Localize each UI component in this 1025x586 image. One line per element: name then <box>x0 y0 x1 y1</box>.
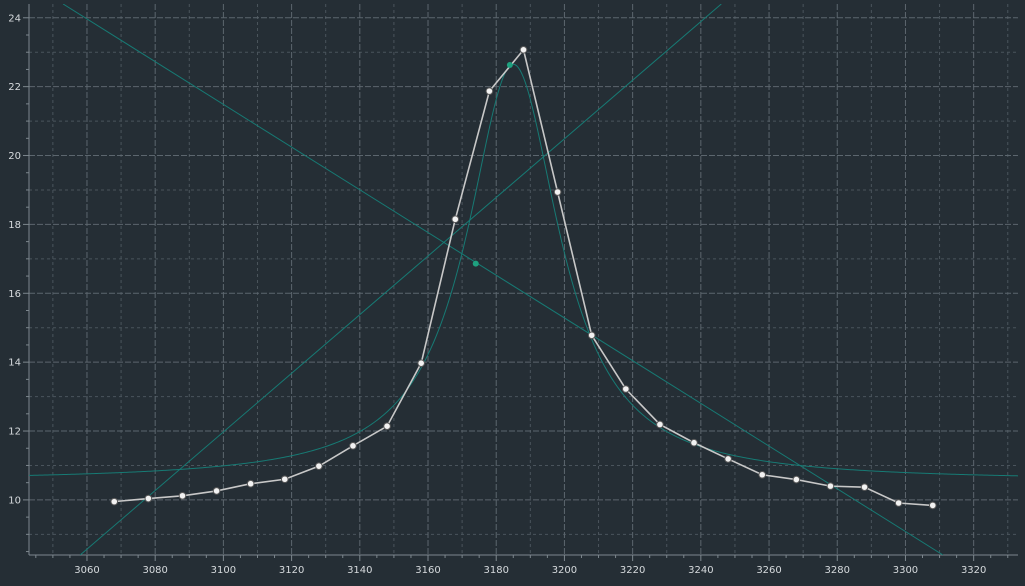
data-point <box>792 475 801 484</box>
data-point <box>690 438 698 447</box>
data-point <box>928 501 937 510</box>
x-tick-label: 3140 <box>347 565 372 576</box>
data-point <box>280 475 289 484</box>
x-tick-label: 3240 <box>688 565 713 576</box>
data-point <box>860 483 869 491</box>
data-point <box>894 499 903 507</box>
data-point <box>451 215 460 224</box>
data-point <box>349 442 357 450</box>
data-point <box>519 46 528 54</box>
x-tick-label: 3160 <box>415 565 440 576</box>
data-point <box>144 494 153 503</box>
y-tick-label: 24 <box>8 13 21 24</box>
data-point <box>656 420 664 429</box>
y-tick-label: 16 <box>8 289 21 300</box>
data-point <box>622 385 630 393</box>
y-tick-label: 10 <box>8 495 21 506</box>
data-point <box>826 482 835 490</box>
fit-marker <box>472 260 479 267</box>
y-tick-label: 20 <box>8 151 21 162</box>
data-point <box>212 487 221 495</box>
y-tick-label: 14 <box>8 358 21 369</box>
y-tick-label: 22 <box>8 82 21 93</box>
data-point <box>178 491 187 500</box>
x-tick-label: 3220 <box>620 565 645 576</box>
x-tick-label: 3300 <box>893 565 918 576</box>
chart: 3060 3080 3100 3120 3140 3160 3180 3200 3220 3240… <box>0 0 1025 586</box>
x-tick-label: 3080 <box>142 565 167 576</box>
data-point <box>110 497 119 506</box>
x-tick-label: 3320 <box>961 565 986 576</box>
x-tick-label: 3060 <box>74 565 99 576</box>
data-point <box>758 470 767 479</box>
y-tick-label: 12 <box>8 427 21 438</box>
x-tick-label: 3180 <box>483 565 508 576</box>
data-point <box>724 455 732 463</box>
x-tick-label: 3280 <box>825 565 850 576</box>
x-tick-label: 3200 <box>552 565 577 576</box>
data-point <box>553 188 562 196</box>
data-point <box>383 422 391 431</box>
data-point <box>315 462 323 470</box>
data-point <box>485 87 494 95</box>
x-tick-label: 3120 <box>279 565 304 576</box>
data-point <box>587 331 596 340</box>
data-point <box>246 479 255 488</box>
data-point <box>417 359 425 367</box>
x-tick-label: 3260 <box>756 565 781 576</box>
x-tick-label: 3100 <box>211 565 236 576</box>
y-tick-label: 18 <box>8 220 21 231</box>
fit-marker <box>506 61 513 68</box>
